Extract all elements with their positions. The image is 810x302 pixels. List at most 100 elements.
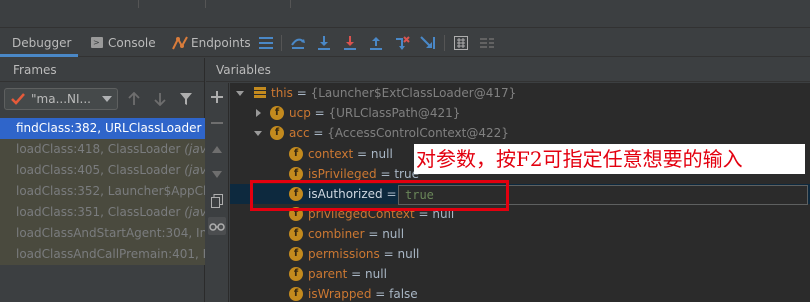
field-icon: f [289,287,303,301]
field-icon: f [289,167,303,181]
toolbar-divider [281,35,282,51]
variable-name: acc [289,126,310,140]
frame-class: ClassLoader [107,205,181,219]
frame-method: findClass:382, [16,121,105,135]
show-execution-point-icon[interactable] [258,35,274,51]
frame-list: findClass:382, URLClassLoader ( loadClas… [0,118,205,265]
tab-console[interactable]: > Console [88,29,156,57]
list-item[interactable]: loadClassAndStartAgent:304, Ins [0,223,205,244]
variable-row[interactable]: f ucp = {URLClassPath@421} [230,103,810,123]
expand-caret-icon[interactable] [254,131,262,136]
variable-name: permissions [308,247,380,261]
frame-class: ClassLoader [107,163,181,177]
debug-toolbar: Debugger > Console Endpoints [0,29,810,57]
equals-sign: = [376,167,395,181]
highlight-box [250,180,509,211]
chevron-down-icon [102,96,112,102]
variable-name: this [271,86,293,100]
equals-sign: = [371,287,390,301]
list-item[interactable]: loadClass:418, ClassLoader (java [0,139,205,160]
expand-caret-icon[interactable] [256,109,261,117]
move-up-icon[interactable] [208,140,226,158]
evaluate-expression-icon[interactable] [453,35,469,51]
variable-value: null [397,247,420,261]
check-icon [11,93,25,105]
frame-method: loadClass:405, [16,163,108,177]
tab-label: Endpoints [191,36,251,50]
frames-panel: Frames "ma...NI... findClass:382, URLCla… [0,58,205,302]
stack-frame-icon [254,87,266,99]
equals-sign: = [292,86,311,100]
step-into-icon[interactable] [316,35,332,51]
step-out-icon[interactable] [368,35,384,51]
variable-value: null [382,227,405,241]
force-step-into-icon[interactable] [342,35,358,51]
thread-select[interactable]: "ma...NI... [4,88,118,110]
variable-row[interactable]: this = {Launcher$ExtClassLoader@417} [230,83,810,103]
move-down-icon[interactable] [208,166,226,184]
equals-sign: = [353,147,371,161]
glasses-icon[interactable] [208,217,226,235]
step-over-icon[interactable] [290,35,306,51]
annotation-text: 对参数，按F2可指定任意想要的输入 [414,144,805,174]
tab-debugger[interactable]: Debugger [0,29,78,57]
copy-icon[interactable] [208,192,226,210]
endpoints-icon [172,36,188,50]
frames-header: Frames [0,58,204,82]
list-item[interactable]: loadClassAndCallPremain:401, In [0,244,205,265]
variable-value: {URLClassPath@421} [328,106,461,120]
arrow-down-icon[interactable] [152,91,168,107]
toolbar-divider [444,35,445,51]
variable-row[interactable]: f combiner = null [230,224,810,244]
drop-frame-icon[interactable] [394,35,410,51]
divider [138,0,139,8]
variable-value: {AccessControlContext@422} [327,126,509,140]
arrow-up-icon[interactable] [126,91,142,107]
variable-row[interactable]: f isWrapped = false [230,284,810,302]
variable-name: combiner [308,227,365,241]
variable-row[interactable]: f permissions = null [230,244,810,264]
list-item[interactable]: findClass:382, URLClassLoader ( [0,118,205,139]
list-item[interactable]: loadClass:352, Launcher$AppCla [0,181,205,202]
field-icon: f [270,126,284,140]
frame-method: loadClassAndStartAgent:304, Ins [16,226,205,240]
equals-sign: = [309,126,328,140]
top-strip [0,0,810,28]
frame-method: loadClass:418, [16,142,108,156]
variable-row[interactable]: f acc = {AccessControlContext@422} [230,123,810,143]
expand-caret-icon[interactable] [236,91,244,96]
add-watch-icon[interactable] [208,88,226,106]
equals-sign: = [347,267,366,281]
frame-class: Launcher$AppCla [107,184,205,198]
equals-sign: = [310,106,329,120]
frame-package: (java [184,205,205,219]
tab-label: Console [108,36,156,50]
frame-class: URLClassLoader [104,121,202,135]
variable-value: false [389,287,418,301]
field-icon: f [270,106,284,120]
thread-toolbar: "ma...NI... [0,84,205,114]
frame-class: ClassLoader [107,142,181,156]
list-item[interactable]: loadClass:351, ClassLoader (java [0,202,205,223]
variable-name: context [308,147,354,161]
variable-row[interactable]: f parent = null [230,264,810,284]
run-to-cursor-icon[interactable] [420,35,436,51]
variable-value: null [370,147,393,161]
list-item[interactable]: loadClass:405, ClassLoader (java [0,160,205,181]
variable-name: isPrivileged [308,167,377,181]
remove-icon[interactable] [208,114,226,132]
variable-name: ucp [289,106,311,120]
filter-icon[interactable] [178,91,194,107]
divider [290,0,291,8]
frame-method: loadClassAndCallPremain:401, In [16,247,205,261]
trace-current-stream-icon[interactable] [479,35,495,51]
thread-label: "ma...NI... [31,92,91,106]
variable-name: isWrapped [308,287,372,301]
field-icon: f [289,147,303,161]
frame-package: (java [184,163,205,177]
equals-sign: = [364,227,383,241]
tab-endpoints[interactable]: Endpoints [170,29,251,57]
variables-header: Variables [206,58,810,82]
frame-method: loadClass:352, [16,184,108,198]
field-icon: f [289,227,303,241]
